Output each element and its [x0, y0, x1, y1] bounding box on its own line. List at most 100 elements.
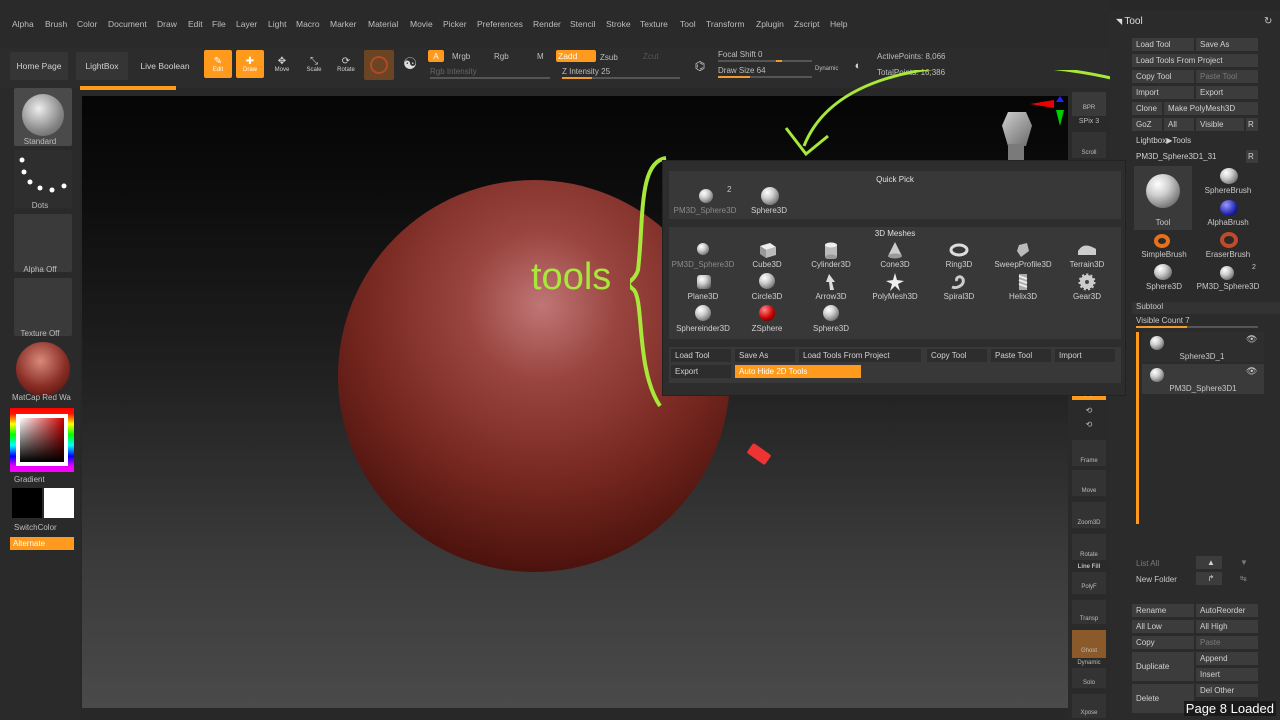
refresh-icon[interactable]: ↻ [1264, 16, 1272, 27]
subtool-scrollbar[interactable] [1136, 332, 1139, 524]
xpose-button[interactable]: Xpose [1072, 694, 1106, 718]
list-all-button[interactable]: List All [1136, 559, 1159, 568]
visible-button[interactable]: Visible [1196, 118, 1244, 131]
local-sym-icon[interactable]: ⟲ [1072, 406, 1106, 415]
live-boolean-button[interactable]: Live Boolean [134, 52, 196, 80]
menu-item-file[interactable]: File [212, 19, 226, 29]
duplicate-button[interactable]: Duplicate [1132, 652, 1194, 681]
menu-item-macro[interactable]: Macro [296, 19, 320, 29]
zoom3d-button[interactable]: Zoom3D [1072, 502, 1106, 528]
current-tool-name[interactable]: PM3D_Sphere3D1_31 [1132, 150, 1244, 163]
lightbox-tools-button[interactable]: Lightbox▶Tools [1132, 134, 1258, 147]
sphere3d-tool-icon[interactable] [1154, 264, 1172, 280]
transp-button[interactable]: Transp [1072, 600, 1106, 624]
move-button[interactable]: ✥ Move [268, 50, 296, 78]
eye-icon[interactable]: 👁 [1246, 334, 1257, 345]
mesh-item-arrow3d[interactable]: Arrow3D [799, 271, 863, 303]
menu-item-light[interactable]: Light [268, 19, 286, 29]
texture-swatch-button[interactable]: ☯ [398, 52, 422, 76]
mesh-item-spiral3d[interactable]: Spiral3D [927, 271, 991, 303]
mesh-item-terrain3d[interactable]: Terrain3D [1055, 239, 1119, 271]
menu-item-help[interactable]: Help [830, 19, 847, 29]
mesh-item-polymesh3d[interactable]: PolyMesh3D [863, 271, 927, 303]
r-button[interactable]: R [1246, 118, 1258, 131]
menu-item-texture[interactable]: Texture [640, 19, 668, 29]
menu-item-document[interactable]: Document [108, 19, 147, 29]
mesh-item-plane3d[interactable]: Plane3D [671, 271, 735, 303]
popup-import-button[interactable]: Import [1055, 349, 1115, 362]
popup-load-from-project-button[interactable]: Load Tools From Project [799, 349, 921, 362]
rotate-view-button[interactable]: Rotate [1072, 534, 1106, 560]
save-as-button[interactable]: Save As [1196, 38, 1258, 51]
spix-slider[interactable]: SPix 3 [1072, 118, 1106, 125]
auto-hide-2d-tools-button[interactable]: Auto Hide 2D Tools [735, 365, 861, 378]
focal-shift-slider[interactable] [718, 60, 812, 62]
menu-item-transform[interactable]: Transform [706, 19, 744, 29]
ghost-button[interactable]: Ghost [1072, 630, 1106, 658]
mesh-item-sweepprofile3d[interactable]: SweepProfile3D [991, 239, 1055, 271]
paste-button[interactable]: Paste [1196, 636, 1258, 649]
alphabrush-icon[interactable] [1220, 200, 1238, 216]
popup-paste-tool-button[interactable]: Paste Tool [991, 349, 1051, 362]
rgb-button[interactable]: Rgb [494, 52, 509, 61]
mesh-item-helix3d[interactable]: Helix3D [991, 271, 1055, 303]
quick-pick-item[interactable]: Sphere3D [737, 185, 801, 217]
main-color-swatch[interactable] [12, 488, 42, 518]
r2-button[interactable]: R [1246, 150, 1258, 163]
insert-button[interactable]: Insert [1196, 668, 1258, 681]
move-up-icon[interactable]: ▲ [1196, 556, 1222, 569]
menu-item-stencil[interactable]: Stencil [570, 19, 596, 29]
move-view-button[interactable]: Move [1072, 470, 1106, 496]
mrgb-button[interactable]: Mrgb [452, 52, 470, 61]
mesh-item-circle3d[interactable]: Circle3D [735, 271, 799, 303]
subtool-header[interactable]: Subtool [1132, 302, 1280, 314]
line-fill-button[interactable]: Line Fill [1072, 564, 1106, 570]
polyf-button[interactable]: PolyF [1072, 572, 1106, 594]
subtool-item-sphere3d[interactable]: Sphere3D_1 👁 [1142, 332, 1264, 362]
copy-tool-button[interactable]: Copy Tool [1132, 70, 1194, 83]
paste-tool-button[interactable]: Paste Tool [1196, 70, 1258, 83]
mesh-item-gear3d[interactable]: Gear3D [1055, 271, 1119, 303]
zsub-button[interactable]: Zsub [600, 53, 618, 62]
load-tools-from-project-button[interactable]: Load Tools From Project [1132, 54, 1258, 67]
menu-item-stroke[interactable]: Stroke [606, 19, 631, 29]
append-button[interactable]: Append [1196, 652, 1258, 665]
alternate-button[interactable]: Alternate [10, 537, 74, 550]
new-folder-button[interactable]: New Folder [1136, 575, 1177, 584]
all-high-button[interactable]: All High [1196, 620, 1258, 633]
all-low-button[interactable]: All Low [1132, 620, 1194, 633]
menu-item-marker[interactable]: Marker [330, 19, 356, 29]
rgb-intensity-slider[interactable] [430, 77, 550, 79]
subtool-item-pm3d[interactable]: PM3D_Sphere3D1 👁 [1142, 364, 1264, 394]
copy-button[interactable]: Copy [1132, 636, 1194, 649]
alpha-thumb[interactable] [14, 214, 72, 272]
simplebrush-icon[interactable] [1154, 234, 1170, 248]
scale-button[interactable]: ⤡ Scale [300, 50, 328, 78]
home-page-button[interactable]: Home Page [10, 52, 68, 80]
edit-button[interactable]: ✎ Edit [204, 50, 232, 78]
zcut-button[interactable]: Zcut [643, 52, 659, 61]
bpr-button[interactable]: BPR [1072, 92, 1106, 116]
menu-item-brush[interactable]: Brush [45, 19, 67, 29]
menu-item-preferences[interactable]: Preferences [477, 19, 523, 29]
clone-button[interactable]: Clone [1132, 102, 1162, 115]
texture-thumb[interactable] [14, 278, 72, 336]
secondary-color-swatch[interactable] [44, 488, 74, 518]
mesh-item-cylinder3d[interactable]: Cylinder3D [799, 239, 863, 271]
current-tool-thumb[interactable]: Tool [1134, 166, 1192, 230]
autoreorder-button[interactable]: AutoReorder [1196, 604, 1258, 617]
menu-item-zplugin[interactable]: Zplugin [756, 19, 784, 29]
mesh-item-sphere3d[interactable]: Sphere3D [799, 303, 863, 335]
matcap-thumb[interactable] [14, 342, 72, 400]
rename-button[interactable]: Rename [1132, 604, 1194, 617]
export-button[interactable]: Export [1196, 86, 1258, 99]
frame-button[interactable]: Frame [1072, 440, 1106, 466]
material-swatch-button[interactable] [364, 50, 394, 80]
solo-button[interactable]: Solo [1072, 668, 1106, 688]
menu-item-layer[interactable]: Layer [236, 19, 257, 29]
menu-item-draw[interactable]: Draw [157, 19, 177, 29]
lightbox-button[interactable]: LightBox [76, 52, 128, 80]
popup-copy-tool-button[interactable]: Copy Tool [927, 349, 987, 362]
mesh-item-cube3d[interactable]: Cube3D [735, 239, 799, 271]
popup-export-button[interactable]: Export [671, 365, 731, 378]
